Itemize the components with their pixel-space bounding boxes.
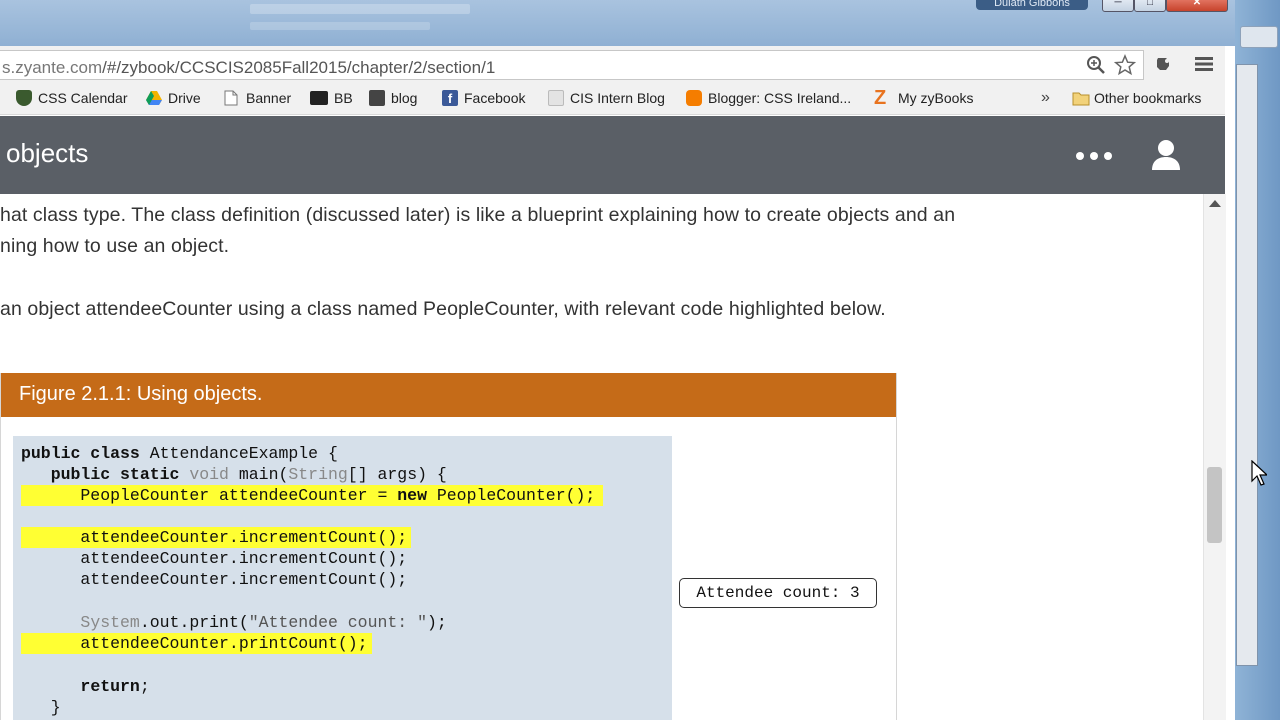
user-name-tag: Dulath Gibbons bbox=[976, 0, 1088, 10]
window-titlebar: Dulath Gibbons ─ □ ✕ bbox=[0, 0, 1235, 46]
url-field[interactable]: s.zyante.com/#/zybook/CCSCIS2085Fall2015… bbox=[0, 50, 1144, 80]
bookmark-banner[interactable]: Banner bbox=[224, 88, 291, 108]
figure-header: Figure 2.1.1: Using objects. bbox=[1, 373, 896, 417]
code-line: } bbox=[21, 698, 61, 717]
blog-icon bbox=[369, 90, 385, 106]
bookmarks-overflow-button[interactable]: » bbox=[1041, 88, 1050, 108]
user-icon[interactable] bbox=[1150, 138, 1182, 172]
paragraph-line: an object attendeeCounter using a class … bbox=[0, 298, 886, 320]
titlebar-ghost bbox=[250, 22, 430, 30]
bookmark-bb[interactable]: BB bbox=[310, 88, 353, 108]
code-line-highlighted: attendeeCounter.printCount(); bbox=[21, 633, 372, 654]
background-window-tab bbox=[1240, 26, 1278, 48]
other-bookmarks-label: Other bookmarks bbox=[1094, 90, 1202, 106]
folder-icon bbox=[1072, 90, 1090, 106]
bookmark-label: Drive bbox=[168, 90, 201, 106]
bookmark-my-zybooks[interactable]: Z My zyBooks bbox=[874, 88, 973, 108]
maximize-icon: □ bbox=[1146, 0, 1154, 8]
section-content: hat class type. The class definition (di… bbox=[0, 194, 1203, 720]
bookmark-label: blog bbox=[391, 90, 418, 106]
maximize-button[interactable]: □ bbox=[1134, 0, 1166, 12]
close-button[interactable]: ✕ bbox=[1166, 0, 1228, 12]
bookmark-star-icon[interactable] bbox=[1113, 54, 1137, 76]
drive-icon bbox=[146, 90, 162, 106]
code-line: attendeeCounter.incrementCount(); bbox=[21, 570, 408, 589]
code-line: public static void main(String[] args) { bbox=[50, 465, 447, 484]
bookmark-label: BB bbox=[334, 90, 353, 106]
bookmark-cis-intern-blog[interactable]: CIS Intern Blog bbox=[548, 88, 665, 108]
code-line: return; bbox=[80, 677, 150, 696]
minimize-button[interactable]: ─ bbox=[1102, 0, 1134, 12]
mouse-cursor-icon bbox=[1251, 459, 1269, 491]
page-scrollbar[interactable] bbox=[1203, 194, 1226, 720]
console-output: Attendee count: 3 bbox=[679, 578, 877, 608]
bookmark-drive[interactable]: Drive bbox=[146, 88, 201, 108]
code-block: public class AttendanceExample { public … bbox=[13, 436, 672, 720]
menu-icon[interactable] bbox=[1193, 53, 1215, 75]
background-window-panel bbox=[1236, 64, 1258, 666]
bookmark-label: CSS Calendar bbox=[38, 90, 128, 106]
bookmark-facebook[interactable]: f Facebook bbox=[442, 88, 525, 108]
figure-title: Figure 2.1.1: Using objects. bbox=[19, 383, 263, 405]
zybooks-icon: Z bbox=[874, 87, 887, 109]
extension-icon[interactable] bbox=[1152, 53, 1176, 75]
shield-icon bbox=[16, 90, 32, 106]
bookmark-blog[interactable]: blog bbox=[369, 88, 417, 108]
paragraph-line: hat class type. The class definition (di… bbox=[0, 204, 956, 226]
bookmark-label: My zyBooks bbox=[898, 90, 974, 106]
address-bar-row: s.zyante.com/#/zybook/CCSCIS2085Fall2015… bbox=[0, 46, 1225, 82]
scroll-up-arrow-icon[interactable] bbox=[1209, 200, 1221, 207]
bookmarks-bar: CSS Calendar Drive Banner BB blog f Face… bbox=[0, 82, 1225, 115]
code-line-highlighted: attendeeCounter.incrementCount(); bbox=[21, 527, 412, 548]
code-line: attendeeCounter.incrementCount(); bbox=[21, 549, 408, 568]
scrollbar-thumb[interactable] bbox=[1207, 467, 1222, 543]
code-line: public class AttendanceExample { bbox=[21, 444, 338, 463]
clipped-text-line bbox=[0, 194, 900, 196]
app-header: objects bbox=[0, 116, 1225, 194]
cis-icon bbox=[548, 90, 564, 106]
page-title: objects bbox=[6, 138, 89, 168]
url-path: /#/zybook/CCSCIS2085Fall2015/chapter/2/s… bbox=[102, 58, 496, 77]
more-options-icon[interactable] bbox=[1076, 152, 1112, 160]
paragraph-line: ning how to use an object. bbox=[0, 235, 230, 257]
titlebar-ghost bbox=[250, 4, 470, 14]
other-bookmarks-button[interactable]: Other bookmarks bbox=[1072, 88, 1201, 108]
url-text: s.zyante.com/#/zybook/CCSCIS2085Fall2015… bbox=[2, 58, 495, 78]
bookmark-label: CIS Intern Blog bbox=[570, 90, 665, 106]
url-host: s.zyante.com bbox=[2, 58, 103, 77]
code-line: System.out.print("Attendee count: "); bbox=[80, 613, 447, 632]
bookmark-blogger[interactable]: Blogger: CSS Ireland... bbox=[686, 88, 851, 108]
bb-icon bbox=[310, 91, 328, 105]
figure-box: Figure 2.1.1: Using objects. public clas… bbox=[0, 373, 897, 720]
zoom-icon[interactable] bbox=[1085, 55, 1107, 75]
close-icon: ✕ bbox=[1192, 0, 1202, 8]
minimize-icon: ─ bbox=[1114, 0, 1122, 8]
bookmark-css-calendar[interactable]: CSS Calendar bbox=[16, 88, 128, 108]
bookmark-label: Blogger: CSS Ireland... bbox=[708, 90, 852, 106]
bookmark-label: Facebook bbox=[464, 90, 526, 106]
facebook-icon: f bbox=[442, 90, 458, 106]
page-icon bbox=[224, 90, 240, 106]
bookmark-label: Banner bbox=[246, 90, 292, 106]
blogger-icon bbox=[686, 90, 702, 106]
code-line-highlighted: PeopleCounter attendeeCounter = new Peop… bbox=[21, 485, 604, 506]
